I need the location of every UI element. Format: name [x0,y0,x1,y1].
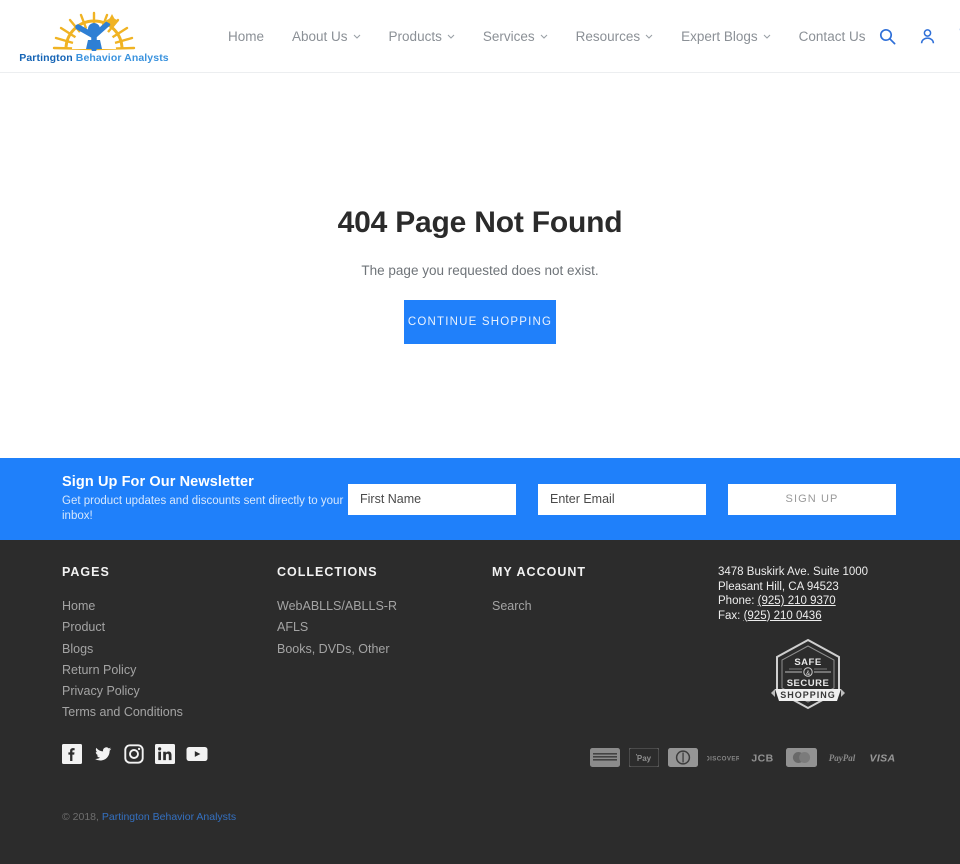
badge-line-1: SAFE [794,657,821,668]
footer-link-return-policy[interactable]: Return Policy [62,660,277,681]
badge-line-2: SECURE [787,678,830,689]
mastercard-icon [786,748,817,767]
footer-link-books-dvds-other[interactable]: Books, DVDs, Other [277,639,492,660]
nav-label: Contact Us [798,28,866,44]
safe-secure-shopping-badge-icon: SAFE & SECURE SHOPPING [771,638,845,710]
footer-link-privacy-policy[interactable]: Privacy Policy [62,681,277,702]
discover-icon: DISCOVER [707,756,739,763]
contact-phone-row: Phone: (925) 210 9370 [718,594,898,609]
copyright-link[interactable]: Partington Behavior Analysts [102,811,236,823]
footer-link-webablls[interactable]: WebABLLS/ABLLS-R [277,596,492,617]
continue-shopping-button[interactable]: CONTINUE SHOPPING [404,300,556,344]
payment-methods: Pay DISCOVER JCB PayPal VISA [590,748,898,767]
contact-fax-label: Fax: [718,609,741,622]
footer-link-search[interactable]: Search [492,596,697,617]
nav-label: Resources [575,28,641,44]
chevron-down-icon [645,34,653,39]
youtube-icon[interactable] [186,744,208,769]
trust-badge-wrap: SAFE & SECURE SHOPPING [718,637,898,711]
contact-fax-link[interactable]: (925) 210 0436 [744,610,822,622]
nav-item-expert-blogs[interactable]: Expert Blogs [667,29,785,44]
contact-phone-link[interactable]: (925) 210 9370 [758,595,836,607]
error-description: The page you requested does not exist. [361,263,599,278]
american-express-icon [590,748,620,767]
footer-heading-collections: COLLECTIONS [277,565,378,579]
nav-item-about-us[interactable]: About Us [278,29,375,44]
footer-link-terms-and-conditions[interactable]: Terms and Conditions [62,702,277,723]
nav-item-contact-us[interactable]: Contact Us [785,29,880,44]
nav-label: Products [388,28,442,44]
footer-heading-pages: PAGES [62,565,110,579]
footer-contact-block: 3478 Buskirk Ave. Suite 1000 Pleasant Hi… [718,565,898,724]
page-title: 404 Page Not Found [337,206,623,239]
chevron-down-icon [447,34,455,39]
badge-ribbon-text: SHOPPING [780,690,836,700]
nav-label: Expert Blogs [681,28,758,44]
paypal-icon: PayPal [829,753,856,763]
instagram-icon[interactable] [124,744,144,769]
nav-label: About Us [292,28,348,44]
linkedin-icon[interactable] [155,744,175,769]
email-input[interactable] [538,483,706,515]
contact-fax-row: Fax: (925) 210 0436 [718,609,898,624]
header-icon-group [879,28,960,45]
diners-club-icon [668,748,698,767]
facebook-icon[interactable] [62,744,82,769]
site-header: Partington Behavior Analysts Home About … [0,0,960,73]
logo-wordmark: Partington Behavior Analysts [19,52,168,64]
newsletter-form: SIGN UP [348,483,896,515]
newsletter-submit-button[interactable]: SIGN UP [728,483,896,515]
nav-item-services[interactable]: Services [469,29,562,44]
chevron-down-icon [763,34,771,39]
logo-sunburst-icon [52,11,136,51]
svg-text:Pay: Pay [637,754,652,763]
newsletter-signup-section: Sign Up For Our Newsletter Get product u… [0,458,960,540]
footer-link-afls[interactable]: AFLS [277,617,492,638]
account-icon[interactable] [919,28,936,45]
svg-text:PayPal: PayPal [829,753,856,763]
footer-columns: PAGES Home Product Blogs Return Policy P… [62,540,898,724]
svg-text:JCB: JCB [751,753,773,765]
main-navigation: Home About Us Products Services Resource… [214,29,879,44]
jcb-icon: JCB [751,753,773,765]
nav-label: Home [228,28,265,44]
visa-icon: VISA [869,753,895,765]
newsletter-title: Sign Up For Our Newsletter [62,474,254,490]
contact-phone-label: Phone: [718,595,755,607]
apple-pay-icon: Pay [629,748,659,767]
svg-text:DISCOVER: DISCOVER [707,756,739,763]
newsletter-text-block: Sign Up For Our Newsletter Get product u… [62,474,348,524]
nav-item-products[interactable]: Products [375,29,469,44]
contact-address-line-1: 3478 Buskirk Ave. Suite 1000 [718,566,869,578]
site-footer: PAGES Home Product Blogs Return Policy P… [0,540,960,864]
error-page-content: 404 Page Not Found The page you requeste… [0,73,960,458]
copyright: © 2018, Partington Behavior Analysts [62,811,236,823]
footer-heading-my-account: MY ACCOUNT [492,565,587,579]
nav-item-home[interactable]: Home [214,29,278,44]
social-links [62,744,208,769]
footer-column-pages: PAGES Home Product Blogs Return Policy P… [62,565,277,724]
logo-word-secondary: Behavior Analysts [75,51,169,64]
nav-label: Services [482,28,535,44]
footer-link-product[interactable]: Product [62,617,277,638]
search-icon[interactable] [879,28,896,45]
site-logo[interactable]: Partington Behavior Analysts [19,9,169,64]
svg-text:VISA: VISA [869,753,895,765]
logo-word-primary: Partington [19,51,73,64]
chevron-down-icon [353,34,360,39]
copyright-text: © 2018, [62,811,99,823]
contact-address-line-2: Pleasant Hill, CA 94523 [718,580,839,593]
badge-ampersand: & [806,671,810,677]
first-name-input[interactable] [348,483,516,515]
footer-column-collections: COLLECTIONS WebABLLS/ABLLS-R AFLS Books,… [277,565,492,724]
newsletter-subtitle: Get product updates and discounts sent d… [62,495,344,522]
chevron-down-icon [540,34,547,39]
footer-bottom-bar: Pay DISCOVER JCB PayPal VISA © 2018, Par… [62,744,898,864]
twitter-icon[interactable] [93,744,113,769]
footer-link-blogs[interactable]: Blogs [62,639,277,660]
footer-link-home[interactable]: Home [62,596,277,617]
nav-item-resources[interactable]: Resources [562,29,668,44]
footer-column-my-account: MY ACCOUNT Search [492,565,697,724]
